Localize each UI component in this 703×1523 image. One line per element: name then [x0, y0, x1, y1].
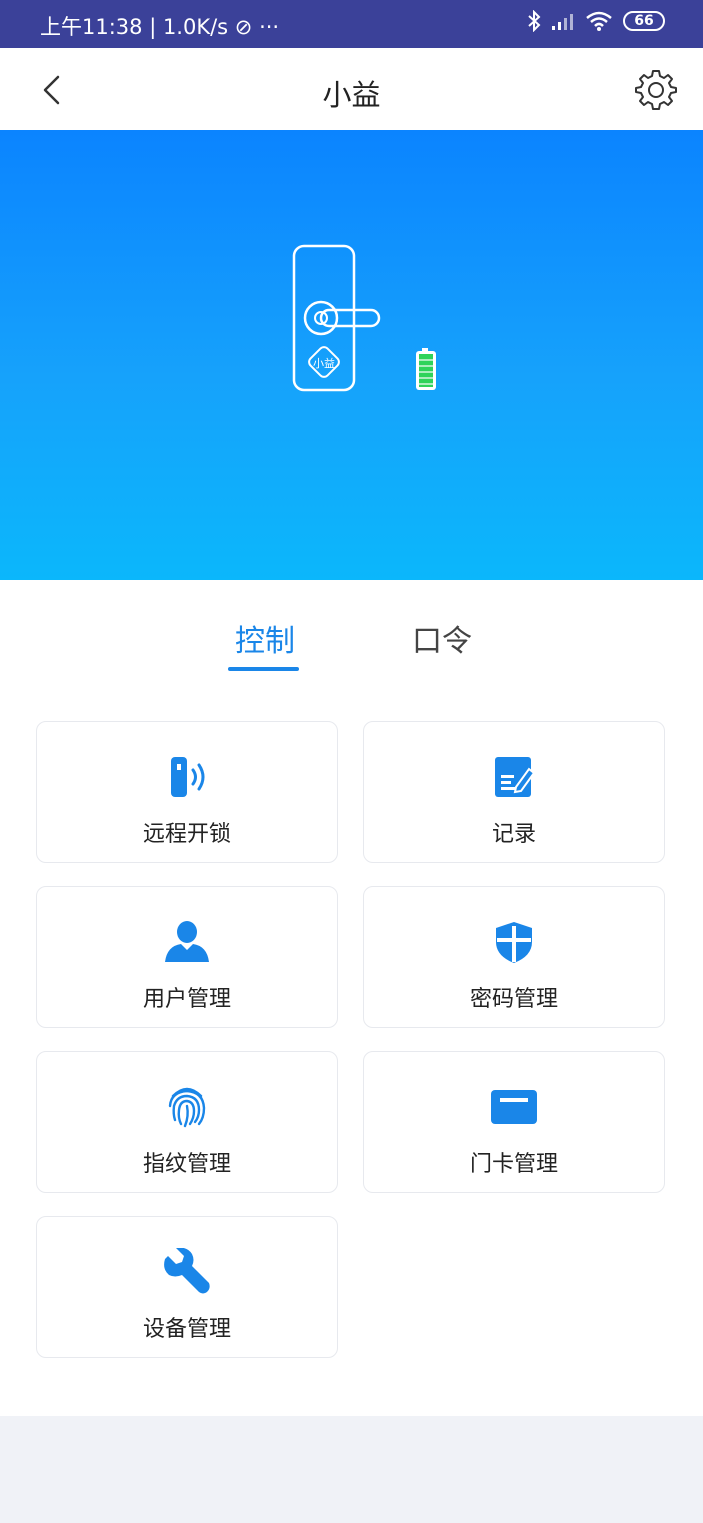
battery-indicator: 66: [623, 11, 665, 31]
signal-icon: [552, 14, 573, 30]
user-management-button[interactable]: 用户管理: [36, 886, 338, 1028]
nav-bar: 小益: [0, 48, 703, 130]
lock-badge-label: 小益: [313, 356, 335, 370]
shield-icon: [489, 917, 539, 967]
record-button[interactable]: 记录: [363, 721, 665, 863]
fingerprint-management-button[interactable]: 指纹管理: [36, 1051, 338, 1193]
status-icons: 66: [527, 10, 665, 32]
active-tab-indicator: [228, 667, 299, 671]
bluetooth-icon: [528, 10, 541, 32]
remote-unlock-icon: [162, 752, 212, 802]
card-icon: [489, 1082, 539, 1132]
device-management-button[interactable]: 设备管理: [36, 1216, 338, 1358]
tab-command[interactable]: 口令: [412, 616, 472, 660]
record-label: 记录: [491, 822, 536, 847]
gear-icon[interactable]: [635, 68, 677, 110]
wrench-icon: [162, 1247, 212, 1297]
battery-icon: [416, 348, 436, 390]
wifi-icon: [586, 11, 612, 31]
record-icon: [489, 752, 539, 802]
password-management-label: 密码管理: [469, 987, 558, 1012]
user-icon: [162, 917, 212, 967]
tab-bar: 控制 口令: [0, 580, 703, 690]
user-management-label: 用户管理: [142, 987, 231, 1012]
device-hero: 小益: [0, 130, 703, 580]
door-lock-illustration: 小益: [292, 244, 436, 392]
fingerprint-icon: [162, 1082, 212, 1132]
tab-control[interactable]: 控制: [235, 616, 295, 660]
status-bar: 上午11:38 | 1.0K/s ⊘ ··· 66: [0, 0, 703, 48]
remote-unlock-button[interactable]: 远程开锁: [36, 721, 338, 863]
remote-unlock-label: 远程开锁: [142, 822, 231, 847]
password-management-button[interactable]: 密码管理: [363, 886, 665, 1028]
page-title: 小益: [322, 78, 381, 112]
status-text: 上午11:38 | 1.0K/s ⊘ ···: [40, 15, 280, 39]
device-management-label: 设备管理: [142, 1317, 231, 1342]
fingerprint-management-label: 指纹管理: [142, 1152, 231, 1177]
control-grid: 远程开锁 记录 用户管理 密码管理 指纹管理 门卡管理 设备管理: [0, 690, 703, 1416]
door-card-management-button[interactable]: 门卡管理: [363, 1051, 665, 1193]
door-card-management-label: 门卡管理: [469, 1152, 558, 1177]
